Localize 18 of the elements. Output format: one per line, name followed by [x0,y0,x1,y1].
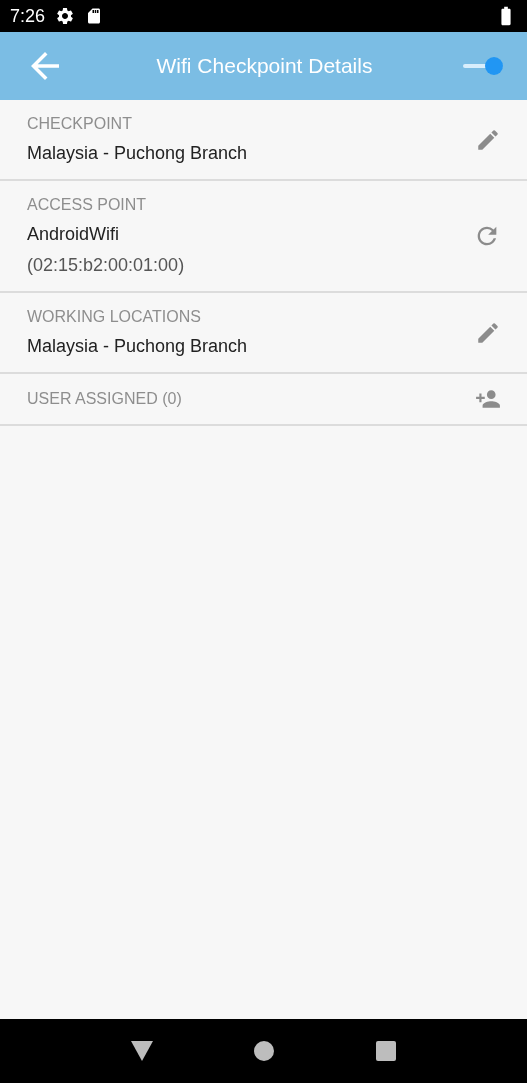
row-value: Malaysia - Puchong Branch [27,142,249,165]
back-triangle-icon[interactable] [130,1041,153,1061]
row-label: WORKING LOCATIONS [27,307,202,327]
home-circle-icon[interactable] [254,1041,275,1061]
recents-square-icon[interactable] [376,1041,397,1061]
settings-icon [55,6,76,26]
row-label: USER ASSIGNED (0) [27,389,183,409]
detail-row[interactable]: ACCESS POINT AndroidWifi (02:15:b2:00:01:00) [0,181,527,293]
row-value: AndroidWifi [27,223,121,246]
row-value: Malaysia - Puchong Branch [27,335,249,358]
row-label: CHECKPOINT [27,114,133,134]
clock: 7:26 [10,4,46,28]
row-value: (02:15:b2:00:01:00) [27,254,186,277]
toggle-switch[interactable] [463,56,503,76]
detail-row[interactable]: CHECKPOINT Malaysia - Puchong Branch [0,100,527,181]
app-bar-title: Wifi Checkpoint Details [155,53,374,80]
row-label: ACCESS POINT [27,195,148,215]
detail-row[interactable]: WORKING LOCATIONS Malaysia - Puchong Branch [0,293,527,374]
